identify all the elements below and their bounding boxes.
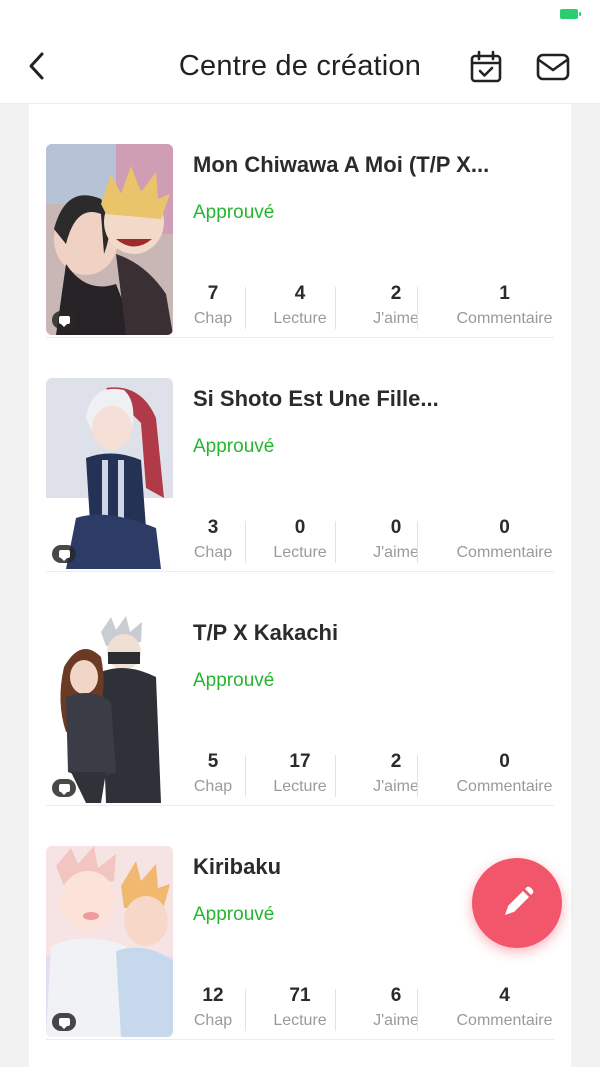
- divider: [417, 521, 418, 563]
- chat-icon: [52, 779, 76, 797]
- stat-value: 4: [499, 985, 510, 1006]
- story-cover[interactable]: [46, 144, 173, 335]
- status-bar: [0, 0, 600, 30]
- cover-image: [46, 378, 173, 569]
- story-stats: 5 Chap 17 Lecture 2 J'aime 0 Commentaire: [181, 749, 554, 799]
- stat-value: 0: [499, 751, 510, 772]
- stat-label: Chap: [193, 778, 233, 795]
- stat-value: 5: [207, 751, 219, 772]
- divider: [417, 989, 418, 1031]
- stat-label: Lecture: [273, 544, 327, 561]
- stat-chapters: 7 Chap: [181, 281, 245, 331]
- stat-chapters: 12 Chap: [181, 983, 245, 1033]
- battery-icon: [560, 9, 581, 19]
- divider: [335, 989, 336, 1031]
- stat-value: 3: [207, 517, 219, 538]
- stat-reads: 71 Lecture: [257, 983, 343, 1033]
- stat-value: 7: [207, 283, 219, 304]
- story-title[interactable]: T/P X Kakachi: [193, 620, 543, 646]
- chat-icon: [52, 311, 76, 329]
- stat-label: Chap: [193, 1012, 233, 1029]
- story-cover[interactable]: [46, 612, 173, 803]
- status-badge: Approuvé: [193, 670, 275, 691]
- story-title[interactable]: Si Shoto Est Une Fille...: [193, 386, 543, 412]
- chevron-left-icon: [29, 52, 44, 80]
- write-button[interactable]: [472, 858, 562, 948]
- stat-likes: 2 J'aime: [355, 749, 437, 799]
- stat-value: 0: [294, 517, 306, 538]
- stat-label: Commentaire: [456, 1012, 553, 1029]
- calendar-check-icon: [470, 50, 502, 83]
- mail-icon: [536, 53, 570, 81]
- chat-icon: [52, 1013, 76, 1031]
- stat-label: Commentaire: [456, 310, 553, 327]
- cover-image: [46, 846, 173, 1037]
- stat-value: 2: [390, 283, 402, 304]
- stat-label: J'aime: [373, 544, 419, 561]
- stat-comments: 0 Commentaire: [437, 515, 572, 565]
- calendar-button[interactable]: [467, 48, 505, 86]
- story-item[interactable]: Mon Chiwawa A Moi (T/P X... Approuvé 7 C…: [46, 104, 554, 338]
- app-header: Centre de création: [0, 30, 600, 104]
- stat-label: Lecture: [273, 310, 327, 327]
- story-stats: 7 Chap 4 Lecture 2 J'aime 1 Commentaire: [181, 281, 554, 331]
- stat-value: 1: [499, 283, 510, 304]
- stat-value: 12: [202, 985, 224, 1006]
- stat-chapters: 5 Chap: [181, 749, 245, 799]
- divider: [245, 287, 246, 329]
- divider: [417, 287, 418, 329]
- page-title: Centre de création: [178, 50, 422, 82]
- divider: [245, 989, 246, 1031]
- stat-value: 0: [499, 517, 510, 538]
- stat-comments: 1 Commentaire: [437, 281, 572, 331]
- chat-icon: [52, 545, 76, 563]
- stat-value: 2: [390, 751, 402, 772]
- stat-label: Commentaire: [456, 778, 553, 795]
- stat-likes: 2 J'aime: [355, 281, 437, 331]
- stat-comments: 4 Commentaire: [437, 983, 572, 1033]
- stat-label: J'aime: [373, 1012, 419, 1029]
- status-badge: Approuvé: [193, 202, 275, 223]
- mail-button[interactable]: [534, 48, 572, 86]
- stat-value: 6: [390, 985, 402, 1006]
- story-cover[interactable]: [46, 378, 173, 569]
- stat-label: Lecture: [273, 1012, 327, 1029]
- stat-likes: 0 J'aime: [355, 515, 437, 565]
- stat-likes: 6 J'aime: [355, 983, 437, 1033]
- stat-chapters: 3 Chap: [181, 515, 245, 565]
- story-item[interactable]: Si Shoto Est Une Fille... Approuvé 3 Cha…: [46, 338, 554, 572]
- divider: [245, 521, 246, 563]
- stat-value: 71: [289, 985, 311, 1006]
- stat-value: 4: [294, 283, 306, 304]
- story-title[interactable]: Mon Chiwawa A Moi (T/P X...: [193, 152, 543, 178]
- story-stats: 3 Chap 0 Lecture 0 J'aime 0 Commentaire: [181, 515, 554, 565]
- pencil-icon: [505, 886, 534, 915]
- status-badge: Approuvé: [193, 436, 275, 457]
- stat-comments: 0 Commentaire: [437, 749, 572, 799]
- status-badge: Approuvé: [193, 904, 275, 925]
- cover-image: [46, 612, 173, 803]
- stat-label: Chap: [193, 544, 233, 561]
- divider: [335, 755, 336, 797]
- back-button[interactable]: [20, 48, 54, 84]
- stat-label: Commentaire: [456, 544, 553, 561]
- stat-reads: 0 Lecture: [257, 515, 343, 565]
- divider: [335, 287, 336, 329]
- stat-label: Lecture: [273, 778, 327, 795]
- stat-label: J'aime: [373, 778, 419, 795]
- stat-reads: 17 Lecture: [257, 749, 343, 799]
- stat-reads: 4 Lecture: [257, 281, 343, 331]
- cover-image: [46, 144, 173, 335]
- divider: [335, 521, 336, 563]
- stat-value: 17: [289, 751, 311, 772]
- divider: [245, 755, 246, 797]
- divider: [417, 755, 418, 797]
- stat-value: 0: [390, 517, 402, 538]
- stat-label: J'aime: [373, 310, 419, 327]
- story-cover[interactable]: [46, 846, 173, 1037]
- story-item[interactable]: T/P X Kakachi Approuvé 5 Chap 17 Lecture…: [46, 572, 554, 806]
- stat-label: Chap: [193, 310, 233, 327]
- story-stats: 12 Chap 71 Lecture 6 J'aime 4 Commentair…: [181, 983, 554, 1033]
